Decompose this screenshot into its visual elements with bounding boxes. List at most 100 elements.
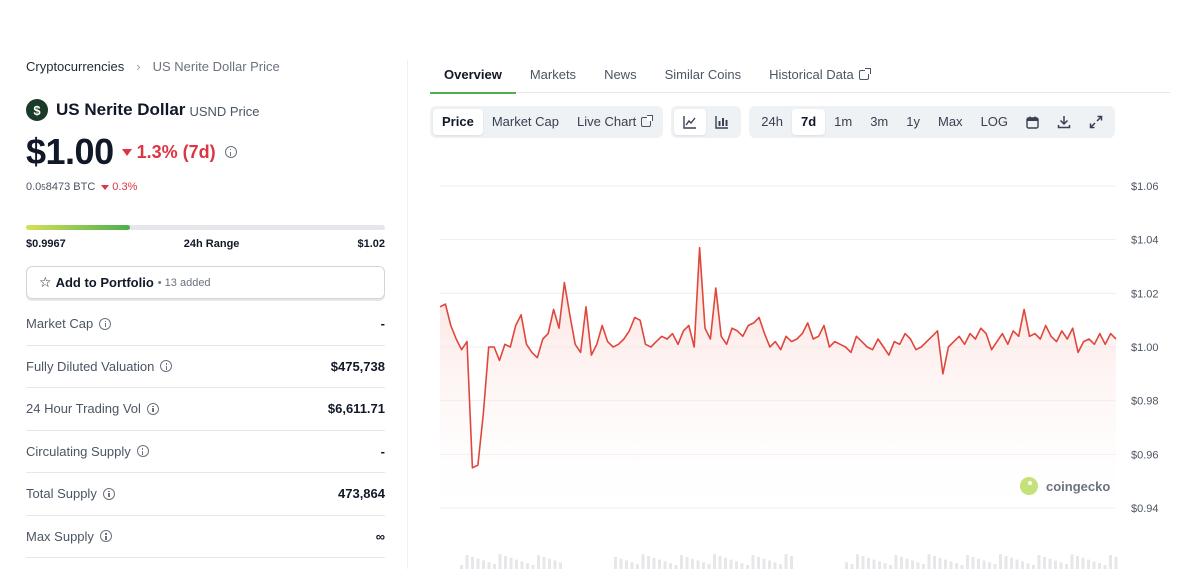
- stat-label: Total Supply: [26, 486, 97, 502]
- coingecko-logo-icon: [1020, 477, 1038, 495]
- view-price-button[interactable]: Price: [433, 109, 483, 135]
- volume-bar: [548, 558, 551, 569]
- volume-bar: [559, 562, 562, 569]
- volume-bar: [1010, 557, 1013, 569]
- btc-price-prefix: 0.0: [26, 181, 42, 193]
- volume-bar: [614, 556, 617, 569]
- volume-bar: [1076, 556, 1079, 569]
- tab-similar-coins[interactable]: Similar Coins: [651, 60, 756, 93]
- btc-price-suffix: 8473 BTC: [45, 181, 96, 193]
- volume-bar: [889, 565, 892, 569]
- volume-bar: [724, 557, 727, 569]
- volume-bar: [476, 558, 480, 569]
- stat-value: -: [380, 443, 385, 459]
- volume-bar: [1021, 561, 1024, 569]
- volume-bar: [713, 554, 716, 569]
- volume-bar: [746, 565, 749, 569]
- log-scale-button[interactable]: LOG: [972, 109, 1017, 135]
- volume-bar: [663, 561, 667, 569]
- info-icon[interactable]: [146, 402, 159, 415]
- volume-bar: [1026, 563, 1030, 569]
- view-market-cap-button[interactable]: Market Cap: [483, 109, 568, 135]
- volume-bar: [696, 560, 700, 569]
- volume-bar: [933, 556, 936, 569]
- price-area-fill: [440, 247, 1116, 508]
- volume-bar: [927, 554, 931, 569]
- volume-bar: [1004, 556, 1008, 569]
- volume-bar: [790, 556, 793, 569]
- range-24h-button[interactable]: 24h: [752, 109, 792, 135]
- info-icon[interactable]: [102, 487, 115, 500]
- volume-bar: [1043, 556, 1046, 569]
- range-1y-button[interactable]: 1y: [897, 109, 929, 135]
- volume-bar: [471, 556, 474, 569]
- range-low: $0.9967: [26, 238, 66, 250]
- tab-overview[interactable]: Overview: [430, 60, 516, 94]
- portfolio-label: Add to Portfolio: [55, 275, 154, 290]
- volume-bar: [911, 560, 914, 569]
- calendar-button[interactable]: [1017, 109, 1048, 135]
- info-icon[interactable]: [99, 530, 112, 543]
- volume-bar: [1070, 554, 1074, 569]
- info-icon[interactable]: [160, 360, 173, 373]
- range-bar-fill: [26, 225, 131, 230]
- volume-bar: [531, 565, 535, 569]
- volume-bar: [872, 559, 876, 569]
- tab-news[interactable]: News: [590, 60, 651, 93]
- volume-bar: [1037, 555, 1041, 569]
- volume-bar: [1103, 565, 1107, 569]
- tab-markets[interactable]: Markets: [516, 60, 590, 93]
- volume-bar: [982, 560, 986, 569]
- range-labels: $0.9967 24h Range $1.02: [26, 238, 385, 250]
- coin-logo-icon: $: [26, 99, 48, 121]
- stat-value: $6,611.71: [327, 401, 385, 417]
- range-7d-button[interactable]: 7d: [791, 109, 826, 135]
- volume-bar: [960, 565, 964, 569]
- caret-down-icon: [101, 184, 110, 190]
- stat-value: $475,738: [330, 358, 385, 374]
- volume-bar: [878, 561, 881, 569]
- range-max-button[interactable]: Max: [929, 109, 972, 135]
- y-tick-label: $0.98: [1131, 396, 1159, 408]
- volume-bar: [894, 555, 898, 569]
- volume-bar: [1109, 555, 1112, 569]
- volume-bar: [900, 556, 903, 569]
- line-chart-button[interactable]: [674, 109, 707, 135]
- volume-bar: [1081, 557, 1085, 569]
- volume-bar: [707, 564, 711, 569]
- range-1m-button[interactable]: 1m: [825, 109, 861, 135]
- volume-bar: [718, 556, 722, 569]
- download-button[interactable]: [1048, 109, 1080, 135]
- volume-bar: [685, 556, 689, 569]
- volume-bar: [949, 561, 953, 569]
- coin-symbol-label: USND Price: [189, 104, 260, 119]
- stat-label: Max Supply: [26, 528, 94, 544]
- volume-bar: [916, 562, 920, 569]
- view-live-chart-button[interactable]: Live Chart: [568, 109, 660, 135]
- chart-view-tabs: Price Market Cap Live Chart: [430, 106, 664, 138]
- fullscreen-button[interactable]: [1080, 109, 1112, 135]
- portfolio-added-count: • 13 added: [157, 276, 211, 289]
- watermark-text: coingecko: [1046, 478, 1111, 494]
- btc-change: 0.3%: [101, 181, 137, 193]
- stat-label: Fully Diluted Valuation: [26, 358, 155, 374]
- stat-row-max-supply: Max Supply ∞: [26, 516, 385, 558]
- volume-bar: [493, 564, 496, 569]
- breadcrumb-cryptocurrencies-link[interactable]: Cryptocurrencies: [26, 59, 124, 74]
- volume-bar: [509, 557, 513, 569]
- range-3m-button[interactable]: 3m: [861, 109, 897, 135]
- tab-historical-data[interactable]: Historical Data: [755, 60, 883, 93]
- volume-bar: [856, 554, 859, 569]
- volume-bar: [944, 559, 947, 569]
- info-icon[interactable]: [224, 146, 237, 158]
- star-icon: ☆: [39, 274, 52, 290]
- add-to-portfolio-button[interactable]: ☆ Add to Portfolio • 13 added: [26, 266, 385, 299]
- volume-bar: [999, 554, 1002, 569]
- price-chart[interactable]: $1.06 $1.04 $1.02 $1.00 $0.98 $0.96 $0.94 coin…: [430, 150, 1170, 569]
- coin-tabs: Overview Markets News Similar Coins Hist…: [430, 60, 1170, 94]
- info-icon[interactable]: [136, 445, 149, 458]
- volume-bar: [553, 560, 557, 569]
- coin-summary-panel: Cryptocurrencies › US Nerite Dollar Pric…: [26, 0, 386, 569]
- info-icon[interactable]: [99, 317, 112, 330]
- candlestick-chart-button[interactable]: [706, 109, 738, 135]
